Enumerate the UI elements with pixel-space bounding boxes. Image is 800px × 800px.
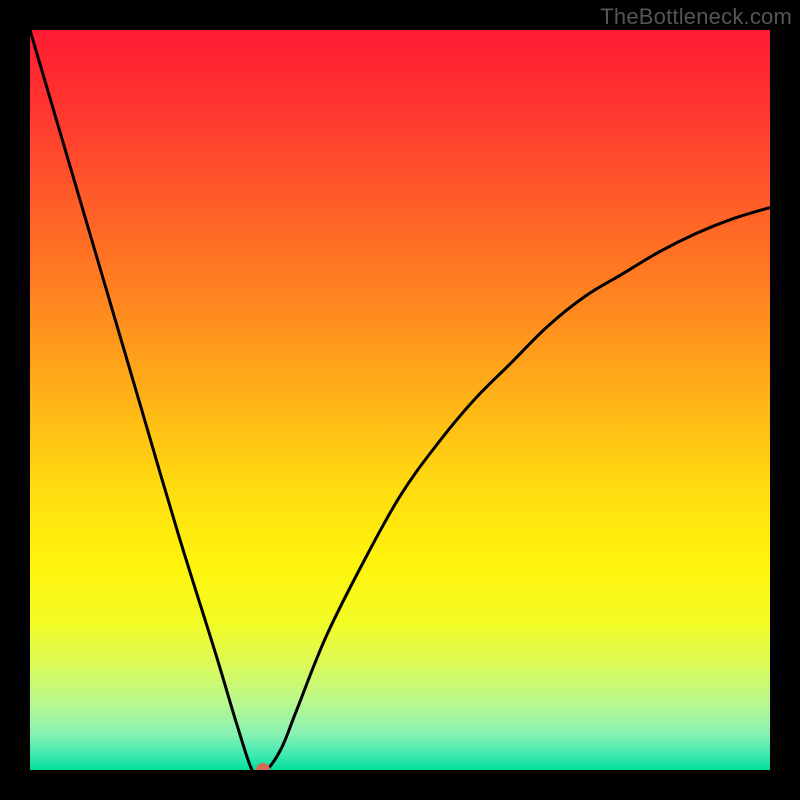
- plot-area: [30, 30, 770, 770]
- optimum-marker: [256, 763, 270, 770]
- curve-path: [30, 30, 770, 770]
- chart-frame: TheBottleneck.com: [0, 0, 800, 800]
- bottleneck-curve: [30, 30, 770, 770]
- watermark-text: TheBottleneck.com: [600, 4, 792, 30]
